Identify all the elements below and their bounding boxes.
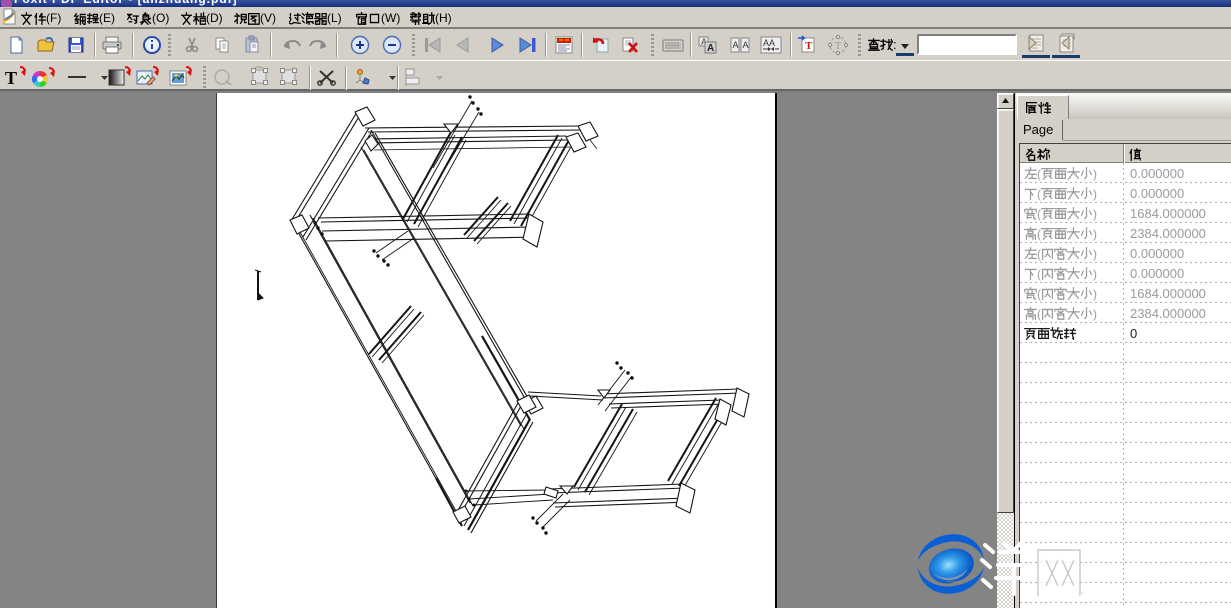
svg-text:T: T: [5, 68, 17, 88]
svg-text:AA: AA: [763, 38, 775, 48]
svg-text:A: A: [733, 40, 739, 50]
svg-text:A: A: [707, 43, 714, 54]
svg-text:A: A: [743, 40, 749, 50]
svg-text:T: T: [835, 41, 841, 52]
svg-text:T: T: [805, 40, 813, 52]
